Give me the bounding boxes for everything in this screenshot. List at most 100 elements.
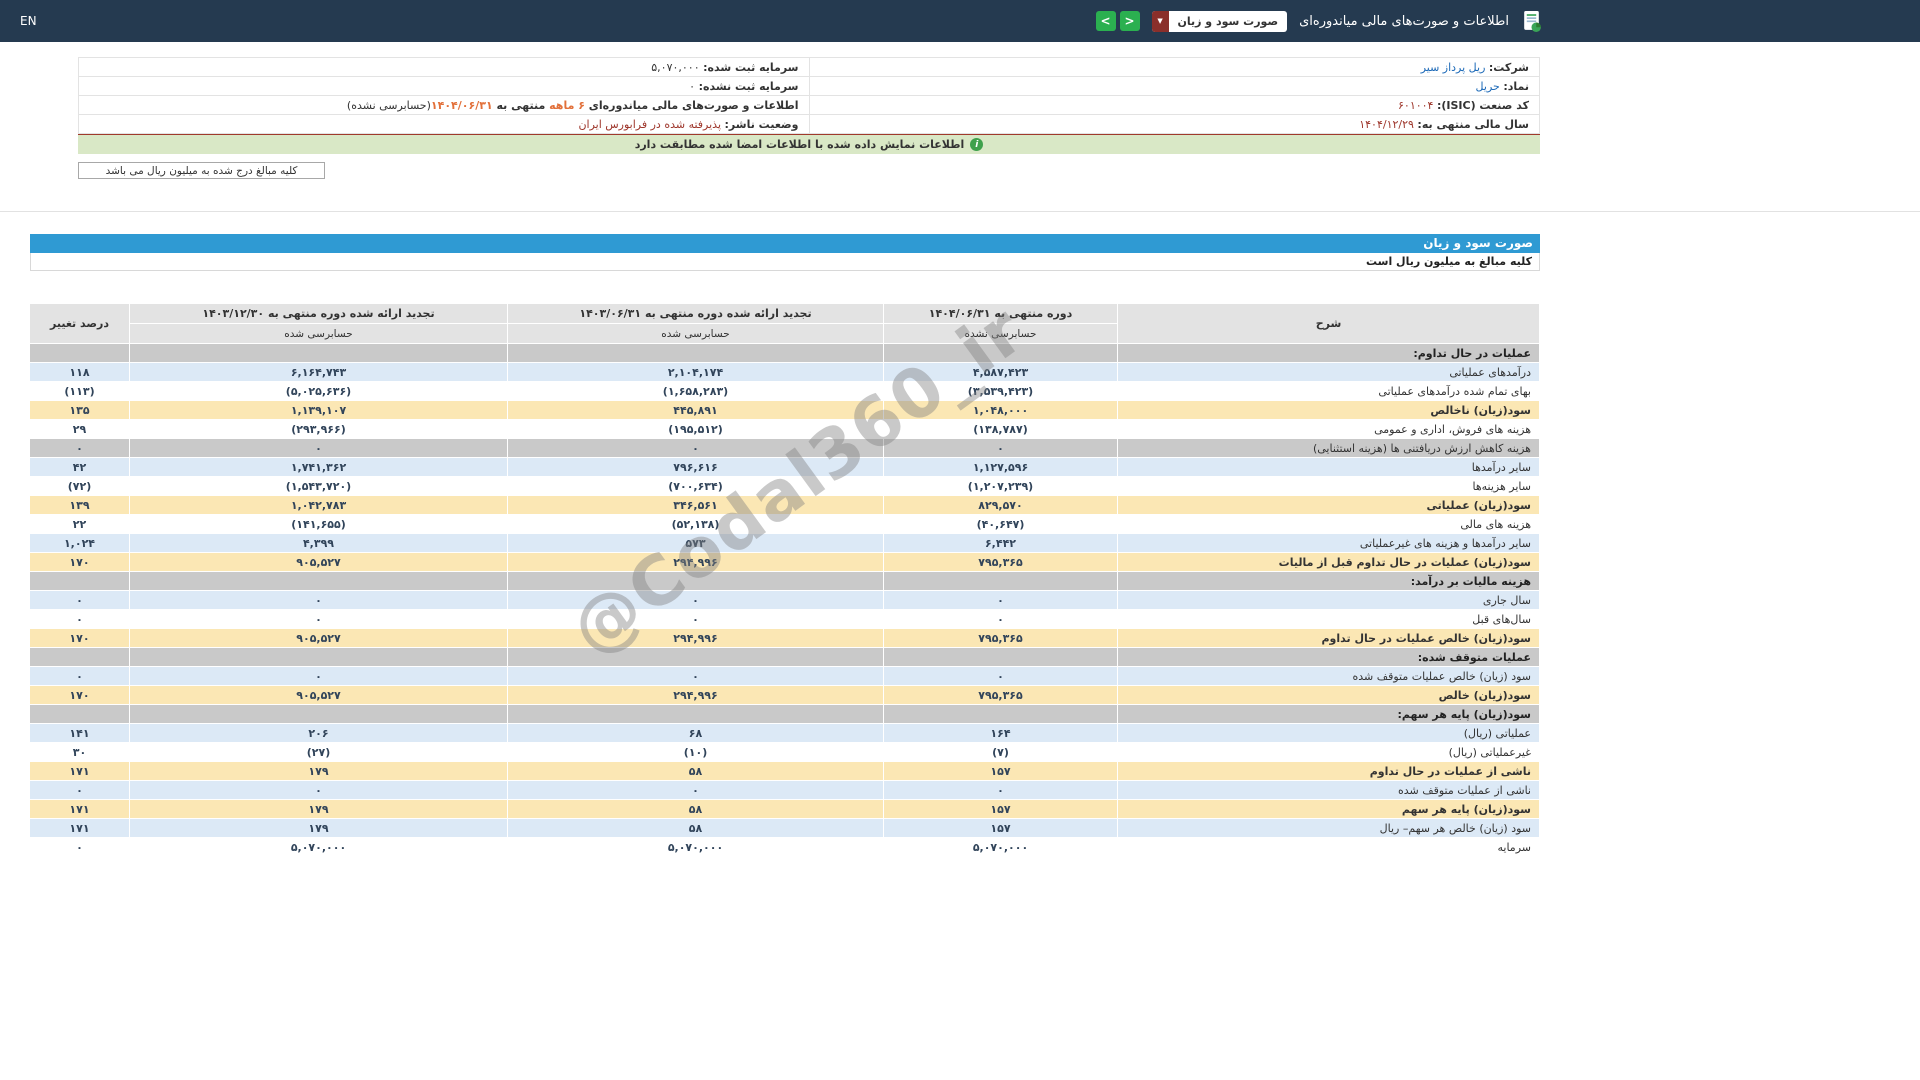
table-row: بهای تمام شده درآمدهای عملیاتی (۳,۵۳۹,۴۲… [29, 381, 1540, 401]
row-value-current: (۱,۲۰۷,۲۳۹) [883, 476, 1118, 496]
row-value-restated-annual: ۰ [129, 780, 508, 800]
prev-period-button[interactable]: < [1119, 11, 1140, 31]
row-value-change-percent: ۱۷۰ [29, 552, 130, 572]
publisher-status-value: پذیرفته شده در فرابورس ایران [578, 117, 722, 131]
period-prefix: اطلاعات و صورت‌های مالی میاندوره‌ای [584, 98, 799, 112]
row-value-restated-annual: (۱۴۱,۶۵۵) [129, 514, 508, 534]
statement-title-bar: صورت سود و زیان [30, 234, 1540, 253]
row-value-restated-interim [507, 571, 884, 591]
table-row: هزینه های فروش، اداری و عمومی (۱۳۸,۷۸۷) … [29, 419, 1540, 439]
row-value-change-percent: ۴۲ [29, 457, 130, 477]
fiscal-year-value: ۱۴۰۴/۱۲/۲۹ [1359, 117, 1414, 131]
table-row: عملیات در حال تداوم: [29, 343, 1540, 363]
statement-type-select[interactable]: صورت سود و زیان ▼ [1151, 10, 1288, 32]
row-value-restated-interim: ۵۷۳ [507, 533, 884, 553]
row-value-current: ۱۶۴ [883, 723, 1118, 743]
info-row: شرکت: ریل پرداز سیر سرمایه ثبت شده: ۵,۰۷… [78, 57, 1540, 77]
symbol-cell: نماد: حریل [808, 76, 1540, 96]
row-label: ناشی از عملیات متوقف شده [1117, 780, 1540, 800]
topbar: اطلاعات و صورت‌های مالی میاندوره‌ای صورت… [0, 0, 1920, 42]
statement-select-value: صورت سود و زیان [1177, 14, 1279, 28]
row-value-current: (۳,۵۳۹,۴۲۳) [883, 381, 1118, 401]
row-value-restated-interim: (۱,۶۵۸,۲۸۳) [507, 381, 884, 401]
row-label: عملیات در حال تداوم: [1117, 343, 1540, 363]
row-value-restated-interim: ۳۴۶,۵۶۱ [507, 495, 884, 515]
fiscal-year-cell: سال مالی منتهی به: ۱۴۰۴/۱۲/۲۹ [808, 114, 1540, 134]
row-label: سود(زیان) خالص عملیات در حال تداوم [1117, 628, 1540, 648]
table-header: شرح دوره منتهی به ۱۴۰۴/۰۶/۳۱ تجدید ارائه… [29, 303, 1540, 344]
capital-label: سرمایه ثبت شده: [703, 60, 799, 74]
row-value-change-percent [29, 647, 130, 667]
table-row: سود(زیان) عملیاتی ۸۲۹,۵۷۰ ۳۴۶,۵۶۱ ۱,۰۴۲,… [29, 495, 1540, 515]
row-value-restated-interim: ۲۹۴,۹۹۶ [507, 685, 884, 705]
row-value-change-percent: ۱۷۰ [29, 685, 130, 705]
company-label: شرکت: [1488, 60, 1529, 74]
period-nav-group: < > [1095, 11, 1140, 31]
table-row: عملیات متوقف شده: [29, 647, 1540, 667]
topbar-right-group: اطلاعات و صورت‌های مالی میاندوره‌ای صورت… [1095, 10, 1543, 33]
row-value-change-percent: ۲۹ [29, 419, 130, 439]
row-value-restated-interim: ۰ [507, 590, 884, 610]
row-value-change-percent: (۱۱۳) [29, 381, 130, 401]
isic-label: کد صنعت (ISIC): [1436, 98, 1529, 112]
row-value-change-percent: ۰ [29, 438, 130, 458]
row-value-restated-interim [507, 647, 884, 667]
period-months: ۶ ماهه [549, 98, 585, 112]
row-label: عملیاتی (ریال) [1117, 723, 1540, 743]
row-value-restated-interim: ۵۸ [507, 799, 884, 819]
row-value-change-percent: ۱۷۱ [29, 818, 130, 838]
row-value-change-percent: ۰ [29, 837, 130, 857]
statement-section: صورت سود و زیان کلیه مبالغ به میلیون ریا… [30, 234, 1540, 271]
row-value-change-percent: ۰ [29, 780, 130, 800]
row-value-current: ۶,۴۴۲ [883, 533, 1118, 553]
row-value-current: ۰ [883, 780, 1118, 800]
row-value-current: ۰ [883, 438, 1118, 458]
row-value-current: ۱۵۷ [883, 799, 1118, 819]
table-row: سود(زیان) خالص عملیات در حال تداوم ۷۹۵,۳… [29, 628, 1540, 648]
table-row: سود(زیان) پایه هر سهم ۱۵۷ ۵۸ ۱۷۹ ۱۷۱ [29, 799, 1540, 819]
unregistered-capital-cell: سرمایه ثبت نشده: ۰ [78, 76, 810, 96]
row-value-restated-annual: (۲۷) [129, 742, 508, 762]
row-value-current: ۷۹۵,۳۶۵ [883, 552, 1118, 572]
row-label: سود(زیان) عملیاتی [1117, 495, 1540, 515]
info-row: سال مالی منتهی به: ۱۴۰۴/۱۲/۲۹ وضعیت ناشر… [78, 114, 1540, 134]
table-row: سود (زیان) خالص هر سهم– ریال ۱۵۷ ۵۸ ۱۷۹ … [29, 818, 1540, 838]
row-value-restated-interim: ۵,۰۷۰,۰۰۰ [507, 837, 884, 857]
language-toggle[interactable]: EN [20, 14, 37, 28]
table-row: سود (زیان) خالص عملیات متوقف شده ۰ ۰ ۰ ۰ [29, 666, 1540, 686]
table-row: ناشی از عملیات در حال تداوم ۱۵۷ ۵۸ ۱۷۹ ۱… [29, 761, 1540, 781]
table-row: ناشی از عملیات متوقف شده ۰ ۰ ۰ ۰ [29, 780, 1540, 800]
table-row: درآمدهای عملیاتی ۴,۵۸۷,۴۲۳ ۲,۱۰۴,۱۷۴ ۶,۱… [29, 362, 1540, 382]
row-value-restated-interim: ۲۹۴,۹۹۶ [507, 628, 884, 648]
table-row: سود(زیان) خالص ۷۹۵,۳۶۵ ۲۹۴,۹۹۶ ۹۰۵,۵۲۷ ۱… [29, 685, 1540, 705]
period-date: ۱۴۰۴/۰۶/۳۱ [430, 98, 493, 112]
row-value-current: ۱,۰۴۸,۰۰۰ [883, 400, 1118, 420]
row-value-current [883, 343, 1118, 363]
signed-match-text: اطلاعات نمایش داده شده با اطلاعات امضا ش… [634, 138, 965, 151]
row-label: سایر درآمدها و هزینه های غیرعملیاتی [1117, 533, 1540, 553]
table-row: غیرعملیاتی (ریال) (۷) (۱۰) (۲۷) ۳۰ [29, 742, 1540, 762]
row-value-current [883, 647, 1118, 667]
row-label: سود(زیان) ناخالص [1117, 400, 1540, 420]
row-value-restated-interim: (۱۰) [507, 742, 884, 762]
row-value-change-percent: ۰ [29, 590, 130, 610]
amounts-unit-note: کلیه مبالغ درج شده به میلیون ریال می باش… [78, 162, 325, 179]
row-label: غیرعملیاتی (ریال) [1117, 742, 1540, 762]
section-divider [0, 211, 1920, 212]
row-value-restated-annual: ۱,۱۳۹,۱۰۷ [129, 400, 508, 420]
table-row: سود(زیان) ناخالص ۱,۰۴۸,۰۰۰ ۴۴۵,۸۹۱ ۱,۱۳۹… [29, 400, 1540, 420]
header-annual-audit-status: حسابرسی شده [129, 323, 508, 344]
note-box-wrap: کلیه مبالغ درج شده به میلیون ریال می باش… [78, 162, 1540, 179]
company-link[interactable]: ریل پرداز سیر [1421, 61, 1486, 74]
chevron-down-icon: ▼ [1151, 10, 1169, 32]
table-row: عملیاتی (ریال) ۱۶۴ ۶۸ ۲۰۶ ۱۴۱ [29, 723, 1540, 743]
symbol-label: نماد: [1503, 79, 1529, 93]
next-period-button[interactable]: > [1095, 11, 1116, 31]
company-cell: شرکت: ریل پرداز سیر [808, 57, 1540, 77]
fiscal-year-label: سال مالی منتهی به: [1417, 117, 1529, 131]
row-value-restated-annual: ۰ [129, 666, 508, 686]
page: اطلاعات و صورت‌های مالی میاندوره‌ای صورت… [0, 0, 1920, 1080]
row-value-current: ۷۹۵,۳۶۵ [883, 628, 1118, 648]
symbol-link[interactable]: حریل [1476, 80, 1500, 93]
unregistered-capital-label: سرمایه ثبت نشده: [698, 79, 799, 93]
